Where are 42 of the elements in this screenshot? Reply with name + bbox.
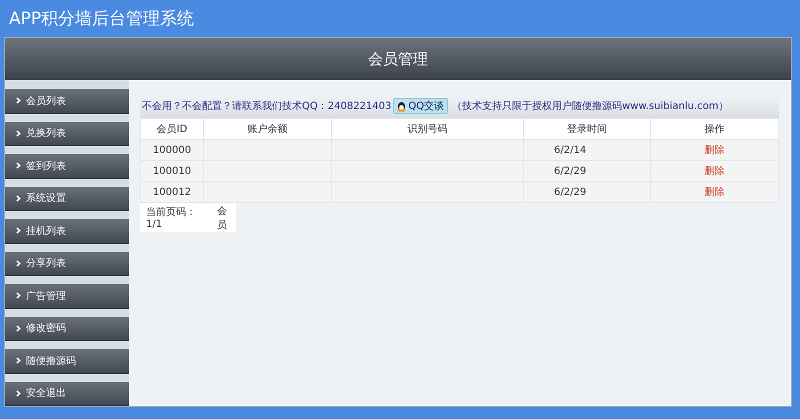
app-title: APP积分墙后台管理系统 <box>9 8 194 30</box>
sidebar-item[interactable]: 分享列表 <box>5 252 129 276</box>
column-header: 账户余额 <box>204 118 332 140</box>
page-title: 会员管理 <box>368 50 428 68</box>
chevron-icon <box>16 97 21 104</box>
sidebar-item[interactable]: 系统设置 <box>5 186 129 211</box>
chevron-icon <box>16 162 21 170</box>
table-cell: 100012 <box>140 182 204 202</box>
sidebar-item[interactable]: 广告管理 <box>5 284 129 308</box>
table-cell: 6/2/14 <box>524 140 650 160</box>
table-cell: 100000 <box>140 140 204 160</box>
chevron-icon <box>16 292 21 300</box>
page-indicator: 当前页码：1/1 <box>146 206 197 230</box>
sidebar-item[interactable]: 签到列表 <box>5 154 129 178</box>
delete-link[interactable]: 删除 <box>704 145 724 156</box>
support-note: （技术支持只限于授权用户随便撸源码www.suibianlu.com） <box>452 100 728 113</box>
chevron-icon <box>16 390 21 397</box>
table-cell: 6/2/29 <box>524 160 650 182</box>
sidebar-item[interactable]: 随便撸源码 <box>5 349 129 374</box>
member-count: 会员 <box>216 204 228 232</box>
chevron-icon <box>16 194 21 202</box>
table-cell: 100010 <box>140 160 204 182</box>
chevron-icon <box>16 357 21 364</box>
sidebar-item[interactable]: 会员列表 <box>5 89 129 114</box>
sidebar-item[interactable]: 安全退出 <box>5 382 129 406</box>
table-cell: 6/2/29 <box>524 182 650 202</box>
chevron-icon <box>16 260 21 267</box>
chevron-icon <box>16 130 21 137</box>
column-header: 登录时间 <box>524 118 650 140</box>
column-header: 操作 <box>650 118 778 140</box>
column-header: 会员ID <box>140 118 204 140</box>
chevron-icon <box>16 227 21 234</box>
sidebar-item[interactable]: 修改密码 <box>5 316 129 341</box>
delete-link[interactable]: 删除 <box>704 166 724 177</box>
qq-chat-button[interactable]: QQ交谈 <box>393 98 448 114</box>
delete-link[interactable]: 删除 <box>704 187 724 198</box>
contact-text: 不会用？不会配置？请联系我们技术QQ：2408221403 <box>142 100 392 113</box>
sidebar-item[interactable]: 兑换列表 <box>5 122 129 146</box>
sidebar-item[interactable]: 挂机列表 <box>5 219 129 244</box>
penguin-icon <box>397 100 406 112</box>
column-header: 识别号码 <box>332 118 524 140</box>
chevron-icon <box>16 324 21 332</box>
